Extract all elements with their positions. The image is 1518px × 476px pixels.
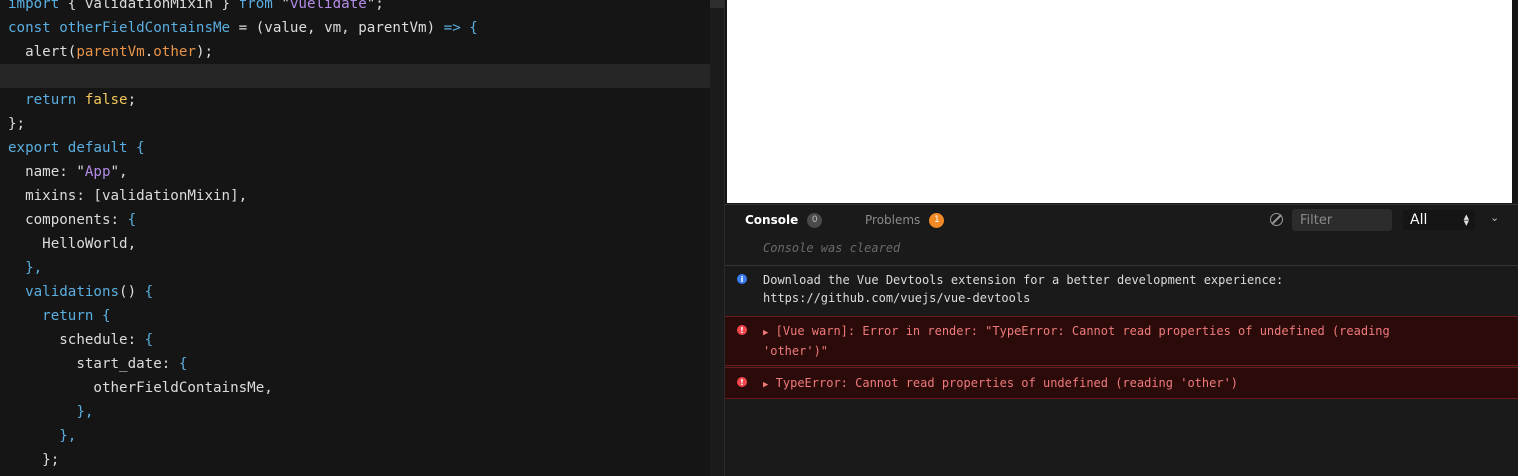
code-token: ); bbox=[195, 44, 214, 60]
code-token: otherFieldContainsMe, bbox=[8, 380, 273, 396]
code-token: { bbox=[460, 20, 478, 36]
code-line[interactable]: ​ bbox=[0, 64, 724, 88]
code-token: { bbox=[101, 308, 111, 324]
code-token: { bbox=[127, 140, 145, 156]
code-token: import bbox=[8, 0, 60, 12]
code-token: mixins: [validationMixin], bbox=[8, 188, 248, 204]
problems-count-badge: 1 bbox=[929, 212, 945, 228]
code-token: HelloWorld, bbox=[8, 236, 137, 252]
code-token: ", bbox=[110, 164, 128, 180]
code-token: " bbox=[272, 0, 290, 12]
code-token: { bbox=[144, 284, 154, 300]
code-token: vuelidate bbox=[289, 0, 367, 12]
code-line[interactable]: HelloWorld, bbox=[0, 232, 724, 256]
preview-frame[interactable] bbox=[727, 0, 1512, 203]
console-panel: Console 0 Problems 1 All ▲▼ ⌄ Console wa… bbox=[724, 204, 1518, 476]
log-level-select[interactable]: All ▲ ▼ bbox=[1403, 210, 1475, 230]
code-token: return bbox=[8, 92, 85, 108]
code-token: schedule: bbox=[8, 332, 145, 348]
code-line[interactable]: otherFieldContainsMe, bbox=[0, 376, 724, 400]
tab-problems[interactable]: Problems 1 bbox=[865, 205, 945, 235]
filter-input[interactable] bbox=[1292, 209, 1392, 231]
code-token: alert( bbox=[8, 44, 77, 60]
error-message: ▶ [Vue warn]: Error in render: "TypeErro… bbox=[763, 324, 1390, 358]
code-lines[interactable]: import { validationMixin } from "vuelida… bbox=[0, 0, 724, 472]
console-cleared-text: Console was cleared bbox=[763, 241, 901, 255]
code-token: () bbox=[119, 284, 145, 300]
code-line[interactable]: name: "App", bbox=[0, 160, 724, 184]
info-log-entry[interactable]: i Download the Vue Devtools extension fo… bbox=[725, 265, 1518, 316]
preview-pane bbox=[724, 0, 1518, 204]
error-icon: ! bbox=[737, 325, 747, 335]
code-token: }, bbox=[8, 404, 94, 420]
code-token: App bbox=[84, 164, 111, 180]
error-message: ▶ TypeError: Cannot read properties of u… bbox=[763, 376, 1239, 390]
code-line[interactable]: export default { bbox=[0, 136, 724, 160]
code-token: }; bbox=[8, 452, 60, 468]
tab-console[interactable]: Console 0 bbox=[745, 205, 823, 235]
code-token: . bbox=[144, 44, 154, 60]
expand-arrow-icon[interactable]: ▶ bbox=[763, 328, 768, 338]
console-cleared-entry: Console was cleared bbox=[725, 235, 1518, 265]
code-line[interactable]: const otherFieldContainsMe = (value, vm,… bbox=[0, 16, 724, 40]
code-token: name: " bbox=[8, 164, 85, 180]
code-token: start_date: bbox=[8, 356, 179, 372]
code-line[interactable]: }, bbox=[0, 256, 724, 280]
code-token: { bbox=[178, 356, 188, 372]
code-token: { validationMixin } bbox=[59, 0, 239, 12]
code-line[interactable]: }; bbox=[0, 112, 724, 136]
error-icon: ! bbox=[737, 377, 747, 387]
console-count-badge: 0 bbox=[807, 212, 823, 228]
code-line[interactable]: validations() { bbox=[0, 280, 724, 304]
error-log-entry[interactable]: ! ▶ [Vue warn]: Error in render: "TypeEr… bbox=[725, 316, 1518, 366]
log-level-value: All bbox=[1410, 212, 1428, 228]
code-line[interactable]: }; bbox=[0, 448, 724, 472]
code-token: ; bbox=[127, 92, 137, 108]
code-line[interactable]: import { validationMixin } from "vuelida… bbox=[0, 0, 724, 16]
code-line[interactable]: return false; bbox=[0, 88, 724, 112]
code-line[interactable]: }, bbox=[0, 424, 724, 448]
code-token: validations bbox=[8, 284, 120, 300]
code-token: { bbox=[144, 332, 154, 348]
editor-scrollbar[interactable] bbox=[710, 0, 724, 476]
code-token: return bbox=[8, 308, 102, 324]
code-line[interactable]: mixins: [validationMixin], bbox=[0, 184, 724, 208]
code-line[interactable]: start_date: { bbox=[0, 352, 724, 376]
info-icon: i bbox=[737, 274, 747, 284]
select-arrows-icon: ▲ ▼ bbox=[1463, 213, 1469, 227]
error-log-entry[interactable]: ! ▶ TypeError: Cannot read properties of… bbox=[725, 367, 1518, 399]
code-token: "; bbox=[366, 0, 384, 12]
editor-scrollbar-thumb[interactable] bbox=[710, 0, 724, 8]
tab-problems-label: Problems bbox=[865, 213, 921, 227]
code-token: otherFieldContainsMe bbox=[59, 20, 231, 36]
code-token: parentVm bbox=[76, 44, 145, 60]
code-line[interactable]: alert(parentVm.other); bbox=[0, 40, 724, 64]
code-token: { bbox=[127, 212, 137, 228]
code-token: const bbox=[8, 20, 51, 36]
code-token: }, bbox=[8, 428, 77, 444]
code-line[interactable]: components: { bbox=[0, 208, 724, 232]
code-token: = (value, vm, parentVm) bbox=[230, 20, 444, 36]
code-token: components: bbox=[8, 212, 128, 228]
chevron-down-icon[interactable]: ⌄ bbox=[1490, 211, 1499, 224]
code-line[interactable]: return { bbox=[0, 304, 724, 328]
code-line[interactable]: }, bbox=[0, 400, 724, 424]
code-token: => bbox=[443, 20, 461, 36]
code-token: from bbox=[238, 0, 273, 12]
code-line[interactable]: schedule: { bbox=[0, 328, 724, 352]
info-message: Download the Vue Devtools extension for … bbox=[763, 273, 1284, 305]
expand-arrow-icon[interactable]: ▶ bbox=[763, 380, 768, 390]
code-editor[interactable]: import { validationMixin } from "vuelida… bbox=[0, 0, 724, 476]
clear-console-icon[interactable] bbox=[1270, 213, 1283, 226]
code-token: export bbox=[8, 140, 60, 156]
code-token: }, bbox=[8, 260, 43, 276]
code-token: default bbox=[67, 140, 128, 156]
code-token: other bbox=[153, 44, 196, 60]
tab-console-label: Console bbox=[745, 213, 799, 227]
code-token: }; bbox=[8, 116, 26, 132]
code-token: false bbox=[84, 92, 128, 108]
console-tabbar: Console 0 Problems 1 All ▲▼ ⌄ bbox=[725, 205, 1518, 235]
